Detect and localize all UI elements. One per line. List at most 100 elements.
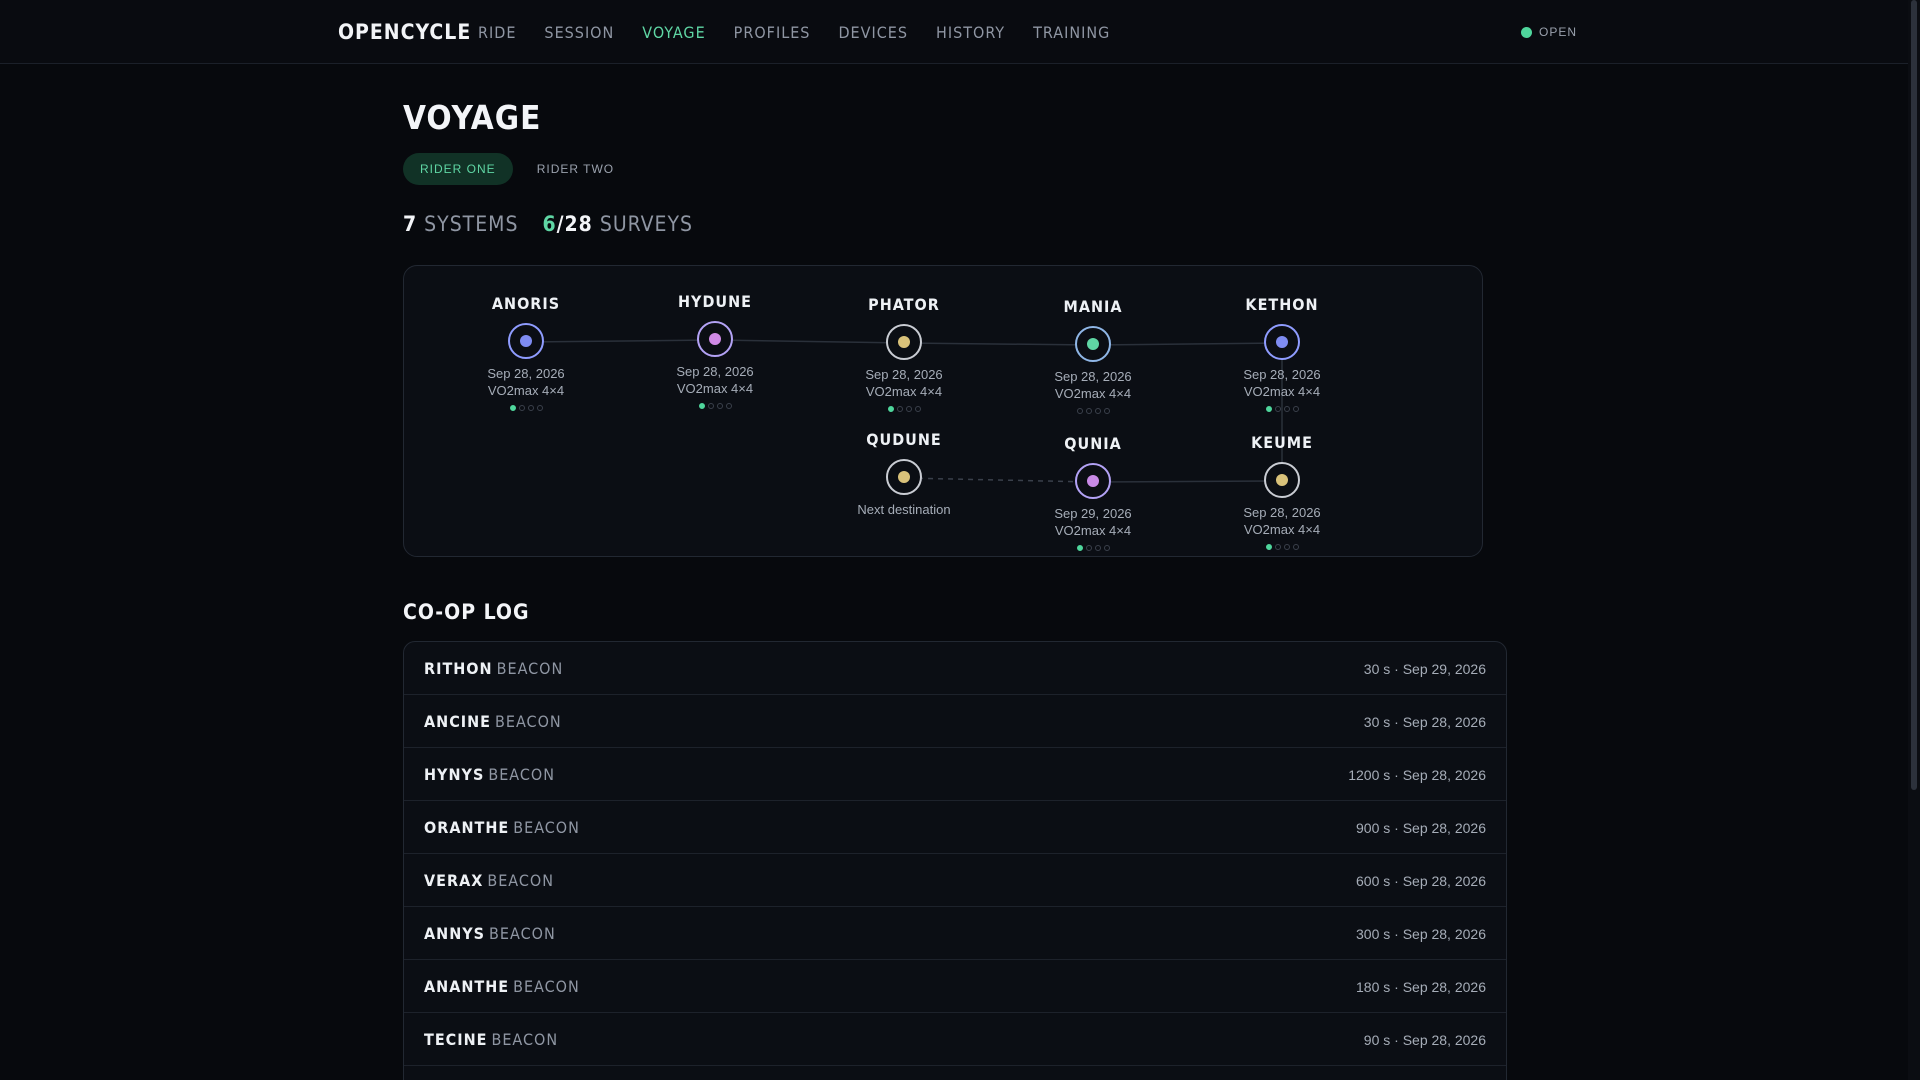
main-nav: RIDE SESSION VOYAGE PROFILES DEVICES HIS… xyxy=(478,23,1138,42)
survey-dot-empty-icon xyxy=(527,405,534,411)
system-date: Sep 29, 2026 xyxy=(1054,506,1132,521)
log-row[interactable]: ANCINE BEACON 30 s · Sep 28, 2026 xyxy=(404,695,1506,748)
log-system-name: ANANTHE xyxy=(424,977,510,996)
tab-rider-two[interactable]: RIDER TWO xyxy=(520,153,631,185)
system-node[interactable]: MANIA Sep 28, 2026 VO2max 4×4 xyxy=(1008,297,1178,414)
log-entry-name: TECINE BEACON xyxy=(424,1030,558,1049)
system-workout: VO2max 4×4 xyxy=(1054,386,1132,401)
log-row[interactable]: HYNYS BEACON 1200 s · Sep 28, 2026 xyxy=(404,748,1506,801)
log-row[interactable]: VERAX BEACON 600 s · Sep 28, 2026 xyxy=(404,854,1506,907)
survey-dot-empty-icon xyxy=(1085,545,1092,551)
tab-rider-one[interactable]: RIDER ONE xyxy=(403,153,513,185)
planet-icon[interactable] xyxy=(1264,324,1300,360)
survey-dot-empty-icon xyxy=(1094,545,1101,551)
page-title: VOYAGE xyxy=(403,98,542,137)
survey-progress xyxy=(441,405,611,411)
survey-dot-done-icon xyxy=(1076,545,1083,551)
system-node[interactable]: HYDUNE Sep 28, 2026 VO2max 4×4 xyxy=(630,292,800,409)
log-entry-meta: 900 s · Sep 28, 2026 xyxy=(1356,820,1486,836)
scrollbar-thumb[interactable] xyxy=(1911,0,1917,790)
survey-dot-done-icon xyxy=(1265,406,1272,412)
survey-progress xyxy=(1197,544,1367,550)
log-row[interactable]: ANANTHE BEACON 180 s · Sep 28, 2026 xyxy=(404,960,1506,1013)
nav-training[interactable]: TRAINING xyxy=(1033,23,1110,42)
planet-icon[interactable] xyxy=(1075,463,1111,499)
log-entry-type: BEACON xyxy=(487,871,554,890)
survey-dot-done-icon xyxy=(1265,544,1272,550)
system-date: Sep 28, 2026 xyxy=(1243,505,1321,520)
system-workout: VO2max 4×4 xyxy=(1054,523,1132,538)
system-node[interactable]: KEUME Sep 28, 2026 VO2max 4×4 xyxy=(1197,433,1367,550)
systems-stat: 7 SYSTEMS xyxy=(403,212,518,236)
nav-ride[interactable]: RIDE xyxy=(478,23,516,42)
planet-icon[interactable] xyxy=(1075,326,1111,362)
planet-icon[interactable] xyxy=(1264,462,1300,498)
survey-dot-done-icon xyxy=(698,403,705,409)
log-entry-meta: 180 s · Sep 28, 2026 xyxy=(1356,979,1486,995)
survey-dot-empty-icon xyxy=(905,406,912,412)
systems-label: SYSTEMS xyxy=(424,212,519,236)
system-date: Sep 28, 2026 xyxy=(487,366,565,381)
log-entry-type: BEACON xyxy=(513,818,580,837)
log-entry-meta: 600 s · Sep 28, 2026 xyxy=(1356,873,1486,889)
log-entry-meta: 90 s · Sep 28, 2026 xyxy=(1363,1032,1486,1048)
voyage-map: ANORIS Sep 28, 2026 VO2max 4×4 HYDUNE Sep 28… xyxy=(403,265,1483,557)
survey-dot-empty-icon xyxy=(1274,406,1281,412)
system-node[interactable]: KETHON Sep 28, 2026 VO2max 4×4 xyxy=(1197,295,1367,412)
log-entry-type: BEACON xyxy=(496,659,564,678)
planet-icon[interactable] xyxy=(886,459,922,495)
log-entry-type: BEACON xyxy=(513,977,580,996)
connection-status: OPEN xyxy=(1521,25,1577,39)
system-node[interactable]: QUNIA Sep 29, 2026 VO2max 4×4 xyxy=(1008,434,1178,551)
log-system-name: VERAX xyxy=(424,871,484,890)
log-system-name: ORANTHE xyxy=(424,818,510,837)
surveys-total: 28 xyxy=(564,212,593,236)
system-date: Sep 28, 2026 xyxy=(1054,369,1132,384)
log-entry-type: BEACON xyxy=(488,765,555,784)
system-name: HYDUNE xyxy=(678,292,752,311)
log-entry-name: ORANTHE BEACON xyxy=(424,818,580,837)
survey-progress xyxy=(819,406,989,412)
nav-history[interactable]: HISTORY xyxy=(936,23,1005,42)
survey-dot-empty-icon xyxy=(1085,408,1092,414)
survey-dot-empty-icon xyxy=(1283,406,1290,412)
system-node[interactable]: ANORIS Sep 28, 2026 VO2max 4×4 xyxy=(441,294,611,411)
systems-count: 7 xyxy=(403,212,418,236)
system-workout: VO2max 4×4 xyxy=(676,381,754,396)
system-name: KETHON xyxy=(1245,295,1319,314)
nav-session[interactable]: SESSION xyxy=(544,23,614,42)
nav-profiles[interactable]: PROFILES xyxy=(734,23,811,42)
log-system-name: HYNYS xyxy=(424,765,485,784)
log-row[interactable]: TECINE BEACON 90 s · Sep 28, 2026 xyxy=(404,1013,1506,1066)
planet-core-icon xyxy=(1087,475,1099,487)
planet-icon[interactable] xyxy=(508,323,544,359)
nav-devices[interactable]: DEVICES xyxy=(838,23,908,42)
survey-dot-empty-icon xyxy=(1103,545,1110,551)
system-date: Sep 28, 2026 xyxy=(1243,367,1321,382)
log-entry-meta: 1200 s · Sep 28, 2026 xyxy=(1348,767,1486,783)
planet-icon[interactable] xyxy=(886,324,922,360)
system-workout: VO2max 4×4 xyxy=(865,384,943,399)
log-system-name: ANNYS xyxy=(424,924,486,943)
log-entry-name: ANCINE BEACON xyxy=(424,712,562,731)
voyage-stats: 7 SYSTEMS 6 / 28 SURVEYS xyxy=(403,212,717,236)
planet-icon[interactable] xyxy=(697,321,733,357)
system-name: MANIA xyxy=(1063,297,1123,316)
top-bar: OPENCYCLE RIDE SESSION VOYAGE PROFILES D… xyxy=(0,0,1908,64)
log-system-name: ANCINE xyxy=(424,712,491,731)
log-entry-type: BEACON xyxy=(489,924,556,943)
survey-progress xyxy=(1197,406,1367,412)
brand-logo[interactable]: OPENCYCLE xyxy=(338,20,471,44)
coop-log-list: RITHON BEACON 30 s · Sep 29, 2026 ANCINE BEA… xyxy=(403,641,1507,1080)
system-node[interactable]: PHATOR Sep 28, 2026 VO2max 4×4 xyxy=(819,295,989,412)
log-row[interactable]: RITHON BEACON 30 s · Sep 29, 2026 xyxy=(404,642,1506,695)
log-entry-type: BEACON xyxy=(494,712,562,731)
system-node[interactable]: QUDUNE Next destination xyxy=(819,430,989,518)
log-row[interactable]: ORANTHE BEACON 900 s · Sep 28, 2026 xyxy=(404,801,1506,854)
system-workout: VO2max 4×4 xyxy=(1243,522,1321,537)
log-row[interactable]: ANNYS BEACON 300 s · Sep 28, 2026 xyxy=(404,907,1506,960)
log-entry-type: BEACON xyxy=(491,1030,559,1049)
nav-voyage[interactable]: VOYAGE xyxy=(642,23,705,42)
survey-dot-empty-icon xyxy=(536,405,543,411)
log-entry-meta: 30 s · Sep 29, 2026 xyxy=(1363,661,1486,677)
